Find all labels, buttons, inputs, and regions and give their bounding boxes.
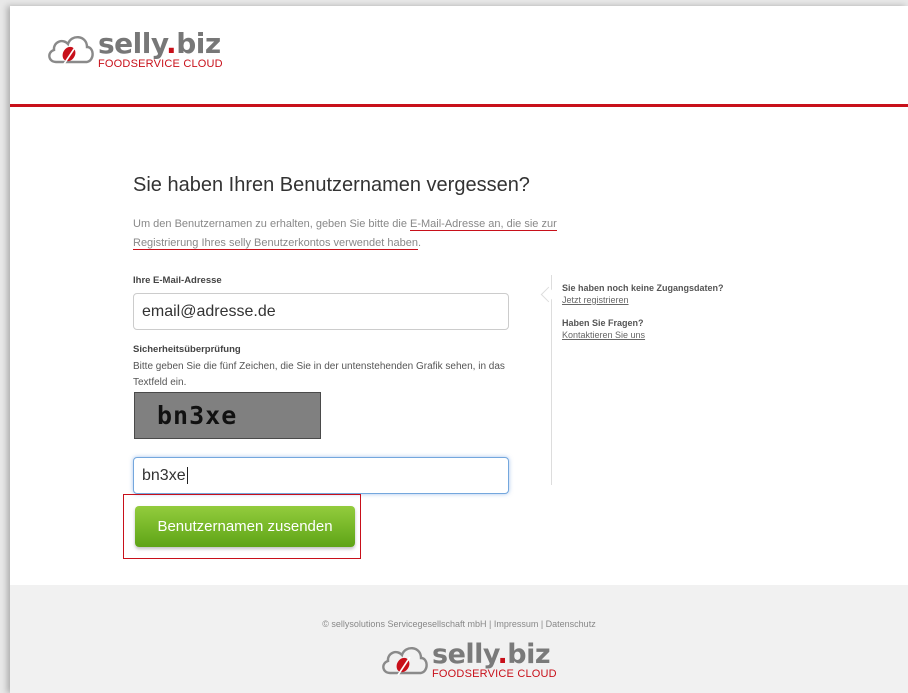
footer-logo[interactable]: selly.biz FOODSERVICE CLOUD [380, 641, 557, 680]
logo-tagline: FOODSERVICE CLOUD [432, 668, 557, 680]
email-label: Ihre E-Mail-Adresse [133, 275, 222, 286]
footer-links[interactable]: © sellysolutions Servicegesellschaft mbH… [10, 619, 908, 629]
captcha-field[interactable]: bn3xe [133, 457, 509, 494]
register-question: Sie haben noch keine Zugangsdaten? [562, 283, 724, 293]
main-content: Sie haben Ihren Benutzernamen vergessen?… [10, 107, 908, 585]
cloud-logo-icon [382, 647, 428, 676]
captcha-image: bn3xe [134, 392, 321, 439]
page-title: Sie haben Ihren Benutzernamen vergessen? [133, 174, 530, 196]
cloud-logo-icon [48, 36, 94, 65]
browser-window: selly.biz FOODSERVICE CLOUD Sie haben Ih… [10, 6, 908, 693]
intro-link[interactable]: E-Mail-Adresse an, die sie zur [410, 218, 557, 231]
security-label: Sicherheitsüberprüfung [133, 344, 241, 355]
sidebar-divider [551, 275, 552, 485]
intro-link-continued[interactable]: Registrierung Ihres selly Benutzerkontos… [133, 237, 418, 250]
captcha-field-value: bn3xe [142, 466, 186, 484]
email-field-value: email@adresse.de [142, 302, 276, 320]
logo-tagline: FOODSERVICE CLOUD [98, 58, 223, 70]
text-cursor [186, 467, 188, 484]
sidebar-pointer [540, 286, 557, 303]
register-info: Sie haben noch keine Zugangsdaten? Jetzt… [562, 282, 724, 306]
contact-question: Haben Sie Fragen? [562, 318, 644, 328]
intro-text: Um den Benutzernamen zu erhalten, geben … [133, 218, 557, 250]
site-header: selly.biz FOODSERVICE CLOUD [10, 6, 908, 107]
captcha-text: bn3xe [157, 401, 238, 430]
logo-text: selly.biz FOODSERVICE CLOUD [98, 30, 223, 70]
security-hint: Bitte geben Sie die fünf Zeichen, die Si… [133, 361, 505, 388]
logo-text: selly.biz FOODSERVICE CLOUD [432, 641, 557, 680]
send-username-button[interactable]: Benutzernamen zusenden [135, 506, 355, 547]
logo-brand: selly.biz [98, 27, 221, 60]
email-field[interactable]: email@adresse.de [133, 293, 509, 330]
logo-brand: selly.biz [432, 639, 551, 670]
register-link[interactable]: Jetzt registrieren [562, 294, 724, 306]
selly-logo[interactable]: selly.biz FOODSERVICE CLOUD [46, 30, 223, 70]
contact-info: Haben Sie Fragen? Kontaktieren Sie uns [562, 317, 645, 341]
contact-link[interactable]: Kontaktieren Sie uns [562, 329, 645, 341]
